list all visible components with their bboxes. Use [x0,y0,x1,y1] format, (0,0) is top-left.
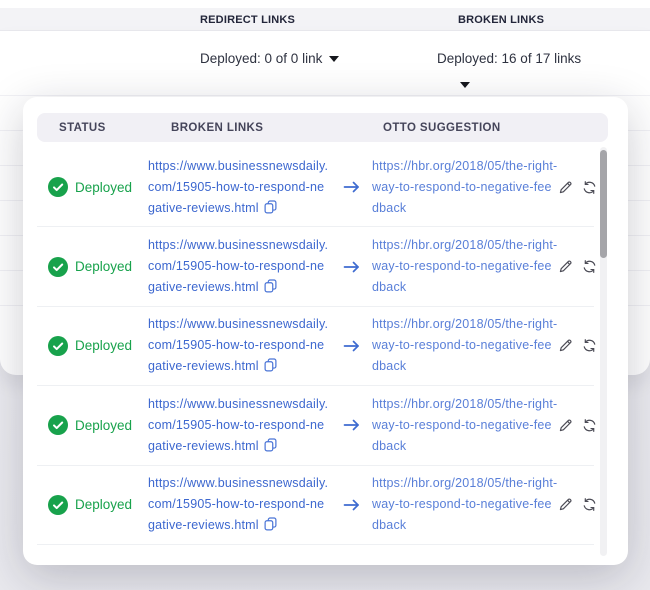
status-cell: Deployed [48,495,148,515]
broken-link-url[interactable]: https://www.businessnewsdaily.com/15905-… [148,476,328,532]
otto-suggestion-url[interactable]: https://hbr.org/2018/05/the-right-way-to… [372,238,557,294]
otto-suggestion-url[interactable]: https://hbr.org/2018/05/the-right-way-to… [372,397,557,453]
check-circle-icon [48,257,68,277]
arrow-right-icon [343,339,360,353]
detail-table-header: STATUS BROKEN LINKS OTTO SUGGESTION [37,113,608,142]
status-cell: Deployed [48,177,148,197]
check-circle-icon [48,495,68,515]
scrollbar-track[interactable] [600,147,607,556]
broken-link-cell: https://www.businessnewsdaily.com/15905-… [148,156,330,219]
row-actions [558,180,599,195]
background-table-header: REDIRECT LINKS BROKEN LINKS [0,8,650,31]
pencil-icon[interactable] [558,338,573,353]
copy-icon[interactable] [264,279,277,293]
otto-suggestion-cell: https://hbr.org/2018/05/the-right-way-to… [372,314,558,377]
detail-table-body: Deployed https://www.businessnewsdaily.c… [37,148,594,545]
broken-link-cell: https://www.businessnewsdaily.com/15905-… [148,314,330,377]
table-row: Deployed https://www.businessnewsdaily.c… [37,386,594,465]
redirect-deployed-text: Deployed: 0 of 0 link [200,51,322,66]
check-circle-icon [48,177,68,197]
arrow-cell [330,180,372,194]
check-circle-icon [48,336,68,356]
caret-down-icon[interactable] [460,82,470,88]
status-label: Deployed [75,180,132,195]
check-circle-icon [48,415,68,435]
status-cell: Deployed [48,257,148,277]
broken-link-cell: https://www.businessnewsdaily.com/15905-… [148,473,330,536]
pencil-icon[interactable] [558,259,573,274]
table-row-divider [0,95,650,96]
arrow-right-icon [343,498,360,512]
status-cell: Deployed [48,415,148,435]
arrow-cell [330,260,372,274]
otto-suggestion-column-header: OTTO SUGGESTION [383,122,501,134]
broken-links-column-header: BROKEN LINKS [171,122,263,134]
copy-icon[interactable] [264,438,277,452]
refresh-icon[interactable] [582,338,597,353]
copy-icon[interactable] [264,517,277,531]
broken-link-url[interactable]: https://www.businessnewsdaily.com/15905-… [148,238,328,294]
broken-link-url[interactable]: https://www.businessnewsdaily.com/15905-… [148,397,328,453]
copy-icon[interactable] [264,200,277,214]
broken-link-cell: https://www.businessnewsdaily.com/15905-… [148,235,330,298]
broken-links-column-header: BROKEN LINKS [458,14,544,26]
status-cell: Deployed [48,336,148,356]
status-label: Deployed [75,418,132,433]
arrow-right-icon [343,260,360,274]
broken-links-deployed-summary: Deployed: 16 of 17 links [437,51,581,66]
status-label: Deployed [75,259,132,274]
broken-deployed-text: Deployed: 16 of 17 links [437,51,581,66]
table-row: Deployed https://www.businessnewsdaily.c… [37,307,594,386]
otto-suggestion-cell: https://hbr.org/2018/05/the-right-way-to… [372,394,558,457]
row-actions [558,418,599,433]
row-actions [558,338,599,353]
table-row: Deployed https://www.businessnewsdaily.c… [37,227,594,306]
arrow-cell [330,339,372,353]
pencil-icon[interactable] [558,418,573,433]
table-row: Deployed https://www.businessnewsdaily.c… [37,466,594,545]
otto-suggestion-cell: https://hbr.org/2018/05/the-right-way-to… [372,235,558,298]
otto-suggestion-cell: https://hbr.org/2018/05/the-right-way-to… [372,156,558,219]
refresh-icon[interactable] [582,180,597,195]
otto-suggestion-url[interactable]: https://hbr.org/2018/05/the-right-way-to… [372,476,557,532]
arrow-cell [330,418,372,432]
scrollbar-thumb[interactable] [600,150,607,258]
redirect-links-deployed-summary: Deployed: 0 of 0 link [200,51,339,66]
otto-suggestion-cell: https://hbr.org/2018/05/the-right-way-to… [372,473,558,536]
redirect-links-column-header: REDIRECT LINKS [200,14,295,26]
page-top-strip [0,0,650,8]
caret-down-icon[interactable] [329,56,339,62]
refresh-icon[interactable] [582,497,597,512]
broken-link-cell: https://www.businessnewsdaily.com/15905-… [148,394,330,457]
otto-suggestion-url[interactable]: https://hbr.org/2018/05/the-right-way-to… [372,159,557,215]
status-label: Deployed [75,497,132,512]
pencil-icon[interactable] [558,497,573,512]
row-actions [558,497,599,512]
broken-link-url[interactable]: https://www.businessnewsdaily.com/15905-… [148,159,328,215]
broken-link-url[interactable]: https://www.businessnewsdaily.com/15905-… [148,317,328,373]
arrow-right-icon [343,418,360,432]
refresh-icon[interactable] [582,259,597,274]
status-column-header: STATUS [59,122,106,134]
table-row: Deployed https://www.businessnewsdaily.c… [37,148,594,227]
otto-suggestion-url[interactable]: https://hbr.org/2018/05/the-right-way-to… [372,317,557,373]
refresh-icon[interactable] [582,418,597,433]
row-actions [558,259,599,274]
arrow-cell [330,498,372,512]
status-label: Deployed [75,338,132,353]
pencil-icon[interactable] [558,180,573,195]
copy-icon[interactable] [264,358,277,372]
broken-links-detail-panel: STATUS BROKEN LINKS OTTO SUGGESTION Depl… [23,97,628,565]
arrow-right-icon [343,180,360,194]
